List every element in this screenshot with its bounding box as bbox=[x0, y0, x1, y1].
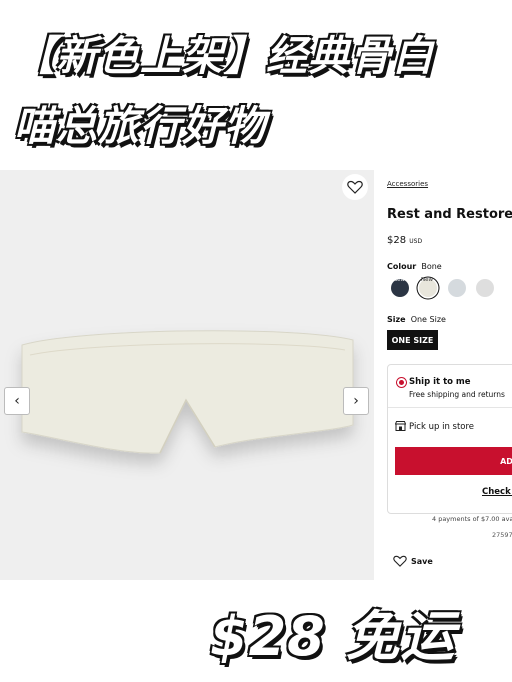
favorite-button[interactable] bbox=[342, 174, 368, 200]
divider bbox=[388, 407, 512, 408]
colour-swatch-bone[interactable]: New bbox=[419, 277, 437, 297]
breadcrumb-link[interactable]: Accessories bbox=[387, 180, 428, 188]
add-to-bag-button[interactable]: AD bbox=[395, 447, 512, 475]
product-image: ‹ › bbox=[0, 170, 374, 580]
colour-value: Bone bbox=[421, 262, 442, 271]
size-value: One Size bbox=[410, 315, 446, 324]
headline-line-1: 【新色上架】经典骨白 bbox=[14, 32, 434, 80]
size-row: Size One Size bbox=[387, 315, 446, 324]
size-option-button[interactable]: ONE SIZE bbox=[387, 330, 438, 350]
size-label: Size bbox=[387, 315, 406, 324]
save-button[interactable]: Save bbox=[393, 555, 433, 567]
price-currency: USD bbox=[409, 238, 423, 245]
product-page-screenshot: ‹ › Accessories Rest and Restore E $28 U… bbox=[0, 170, 512, 580]
product-title: Rest and Restore E bbox=[387, 207, 512, 222]
eye-mask-illustration bbox=[21, 330, 354, 454]
price-caption: $28 免运 bbox=[210, 605, 456, 668]
product-details-panel: Accessories Rest and Restore E $28 USD C… bbox=[374, 170, 512, 580]
installments-text: 4 payments of $7.00 avail bbox=[432, 515, 512, 523]
heart-outline-icon bbox=[393, 555, 407, 567]
colour-swatch-grey-blue[interactable] bbox=[448, 279, 466, 297]
product-price: $28 USD bbox=[387, 235, 422, 246]
heart-outline-icon bbox=[347, 180, 363, 194]
price-value: $28 bbox=[387, 235, 407, 246]
colour-swatch-navy[interactable]: New bbox=[391, 277, 409, 297]
colour-swatch-light-grey[interactable] bbox=[476, 279, 494, 297]
ship-title[interactable]: Ship it to me bbox=[409, 377, 471, 387]
headline-line-2: 喵总旅行好物 bbox=[14, 102, 266, 150]
previous-image-button[interactable]: ‹ bbox=[4, 387, 30, 415]
store-icon bbox=[395, 421, 406, 431]
item-number: 27597 bbox=[492, 531, 512, 539]
swatch-new-badge: New bbox=[421, 277, 433, 283]
colour-label: Colour bbox=[387, 262, 417, 271]
save-label: Save bbox=[411, 556, 433, 566]
check-availability-link[interactable]: Check a bbox=[482, 487, 512, 497]
next-image-button[interactable]: › bbox=[343, 387, 369, 415]
swatch-new-badge: New bbox=[393, 277, 405, 283]
ship-radio[interactable] bbox=[396, 377, 407, 388]
colour-row: Colour Bone bbox=[387, 262, 442, 271]
fulfillment-box: Ship it to me Free shipping and returns … bbox=[387, 364, 512, 514]
pickup-in-store-option[interactable]: Pick up in store bbox=[409, 422, 474, 432]
ship-subtitle: Free shipping and returns bbox=[409, 390, 505, 399]
